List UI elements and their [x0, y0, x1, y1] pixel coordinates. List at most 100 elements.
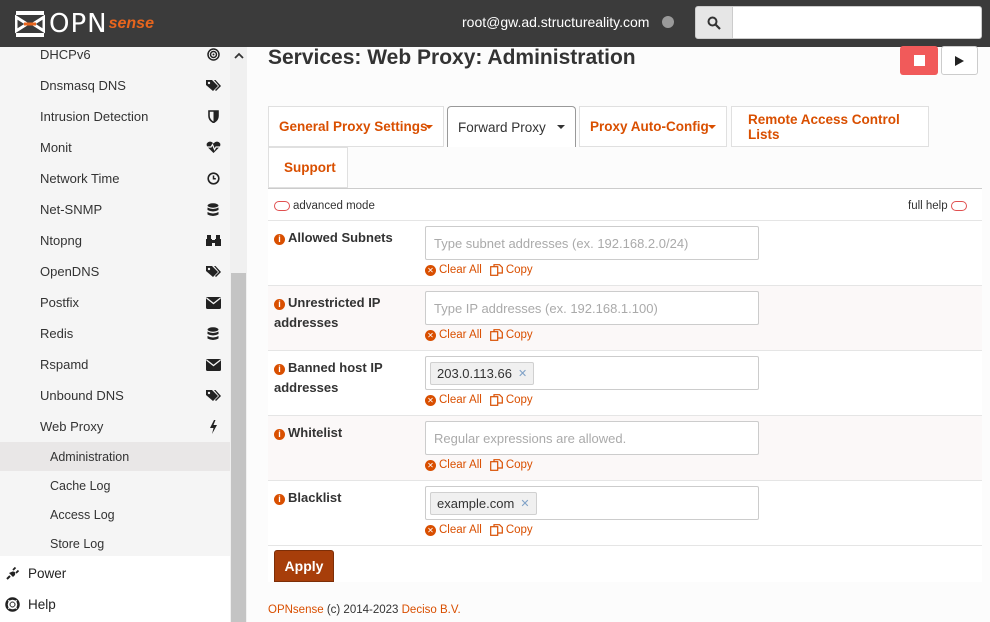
sidebar-bottom-nav: Power Help [0, 556, 230, 622]
remove-tag-icon[interactable]: ✕ [520, 497, 529, 510]
chevron-up-icon [233, 52, 244, 59]
footer-brand-link[interactable]: OPNsense [268, 604, 324, 616]
clear-all-link[interactable]: ✕ Clear All [425, 459, 482, 471]
envelope-icon [205, 295, 221, 311]
scroll-up-button[interactable] [230, 47, 247, 64]
caret-down-icon [708, 125, 716, 129]
sidebar-item-net-snmp[interactable]: Net-SNMP [0, 194, 230, 225]
copy-link[interactable]: Copy [489, 329, 533, 341]
remove-tag-icon[interactable]: ✕ [518, 367, 527, 380]
copy-link[interactable]: Copy [489, 524, 533, 536]
sidebar-subitem-store-log[interactable]: Store Log [0, 529, 230, 556]
sidebar-subitem-label: Administration [50, 449, 130, 464]
sidebar-item-network-time[interactable]: Network Time [0, 163, 230, 194]
sidebar-item-opendns[interactable]: OpenDNS [0, 256, 230, 287]
sidebar-item-web-proxy[interactable]: Web Proxy [0, 411, 230, 442]
user-menu[interactable]: root@gw.ad.structureality.com [462, 14, 649, 30]
sidebar-item-label: Network Time [40, 171, 120, 186]
caret-down-icon [425, 125, 433, 129]
sidebar-item-redis[interactable]: Redis [0, 318, 230, 349]
tab-general-proxy-settings[interactable]: General Proxy Settings [268, 106, 444, 147]
clear-all-link[interactable]: ✕ Clear All [425, 329, 482, 341]
page-title: Services: Web Proxy: Administration [268, 46, 636, 69]
sidebar-item-label: Monit [40, 140, 72, 155]
sidebar-item-dnsmasq[interactable]: Dnsmasq DNS [0, 70, 230, 101]
sidebar-item-label: Web Proxy [40, 419, 104, 434]
clear-icon: ✕ [425, 394, 436, 406]
sidebar-item-help[interactable]: Help [0, 589, 230, 620]
copy-icon [489, 394, 503, 406]
copy-icon [489, 264, 503, 276]
search-input[interactable] [732, 6, 982, 39]
start-service-button[interactable] [941, 46, 978, 75]
logo-text: OPN [49, 9, 108, 39]
copy-link[interactable]: Copy [489, 459, 533, 471]
sidebar-item-label: DHCPv6 [40, 47, 91, 62]
sidebar-item-label: Help [28, 597, 56, 612]
blacklist-input[interactable]: example.com ✕ [425, 486, 759, 520]
sidebar-item-dhcpv6[interactable]: DHCPv6 [0, 47, 230, 70]
allowed-subnets-input[interactable]: Type subnet addresses (ex. 192.168.2.0/2… [425, 226, 759, 260]
copy-link[interactable]: Copy [489, 264, 533, 276]
status-indicator[interactable] [662, 16, 674, 28]
full-help-toggle[interactable] [951, 201, 967, 211]
tab-label: Forward Proxy [458, 119, 546, 135]
clear-all-link[interactable]: ✕ Clear All [425, 394, 482, 406]
apply-button[interactable]: Apply [274, 550, 334, 582]
opnsense-logo[interactable]: OPN sense [15, 8, 154, 40]
tab-proxy-auto-config[interactable]: Proxy Auto-Config [579, 106, 727, 147]
sidebar: DHCPv6 Dnsmasq DNS Intrusion Detection M… [0, 47, 247, 622]
stop-icon [913, 55, 925, 66]
tab-label: General Proxy Settings [279, 119, 428, 134]
info-icon[interactable]: i [274, 494, 285, 505]
unrestricted-ip-input[interactable]: Type IP addresses (ex. 192.168.1.100) [425, 291, 759, 325]
sidebar-item-unbound-dns[interactable]: Unbound DNS [0, 380, 230, 411]
info-icon[interactable]: i [274, 234, 285, 245]
field-label: i Unrestricted IP addresses [274, 295, 381, 330]
clear-all-link[interactable]: ✕ Clear All [425, 524, 482, 536]
sidebar-subitem-administration[interactable]: Administration [0, 442, 230, 471]
sidebar-subitem-cache-log[interactable]: Cache Log [0, 471, 230, 500]
copy-icon [489, 524, 503, 536]
info-icon[interactable]: i [274, 429, 285, 440]
full-help-label[interactable]: full help [908, 200, 948, 212]
tab-support[interactable]: Support [268, 147, 348, 188]
target-icon [205, 47, 221, 63]
sidebar-item-label: Intrusion Detection [40, 109, 149, 124]
clear-all-link[interactable]: ✕ Clear All [425, 264, 482, 276]
caret-down-icon [557, 125, 565, 129]
info-icon[interactable]: i [274, 364, 285, 375]
field-row-allowed-subnets: i Allowed Subnets Type subnet addresses (… [268, 221, 982, 286]
search-icon [707, 16, 721, 30]
sidebar-item-postfix[interactable]: Postfix [0, 287, 230, 318]
field-label: i Allowed Subnets [274, 228, 419, 248]
whitelist-input[interactable]: Regular expressions are allowed. [425, 421, 759, 455]
sidebar-item-rspamd[interactable]: Rspamd [0, 349, 230, 380]
field-actions: ✕ Clear All Copy [425, 264, 541, 276]
footer-company-link[interactable]: Deciso B.V. [402, 604, 461, 616]
binoculars-icon [205, 233, 221, 249]
tab-forward-proxy[interactable]: Forward Proxy [447, 106, 576, 147]
search-button[interactable] [695, 6, 733, 39]
sidebar-item-intrusion-detection[interactable]: Intrusion Detection [0, 101, 230, 132]
copy-link[interactable]: Copy [489, 394, 533, 406]
banned-host-ip-input[interactable]: 203.0.113.66 ✕ [425, 356, 759, 390]
advanced-mode-toggle[interactable] [274, 201, 290, 211]
sidebar-subitem-access-log[interactable]: Access Log [0, 500, 230, 529]
top-bar: OPN sense root@gw.ad.structureality.com [0, 0, 990, 47]
sidebar-item-monit[interactable]: Monit [0, 132, 230, 163]
sidebar-menu: DHCPv6 Dnsmasq DNS Intrusion Detection M… [0, 47, 230, 556]
copy-icon [489, 329, 503, 341]
tab-label: Remote Access Control Lists [748, 111, 900, 142]
sidebar-item-power[interactable]: Power [0, 558, 230, 589]
scrollbar-thumb[interactable] [231, 273, 246, 622]
stop-service-button[interactable] [900, 46, 938, 75]
advanced-mode-label[interactable]: advanced mode [293, 200, 375, 212]
sidebar-subitem-label: Access Log [50, 507, 115, 522]
field-actions: ✕ Clear All Copy [425, 394, 541, 406]
tab-remote-access-control-lists[interactable]: Remote Access Control Lists [731, 106, 929, 147]
sidebar-item-ntopng[interactable]: Ntopng [0, 225, 230, 256]
info-icon[interactable]: i [274, 299, 285, 310]
field-row-banned-host-ip: i Banned host IP addresses 203.0.113.66 ✕ … [268, 351, 982, 416]
clear-icon: ✕ [425, 264, 436, 276]
